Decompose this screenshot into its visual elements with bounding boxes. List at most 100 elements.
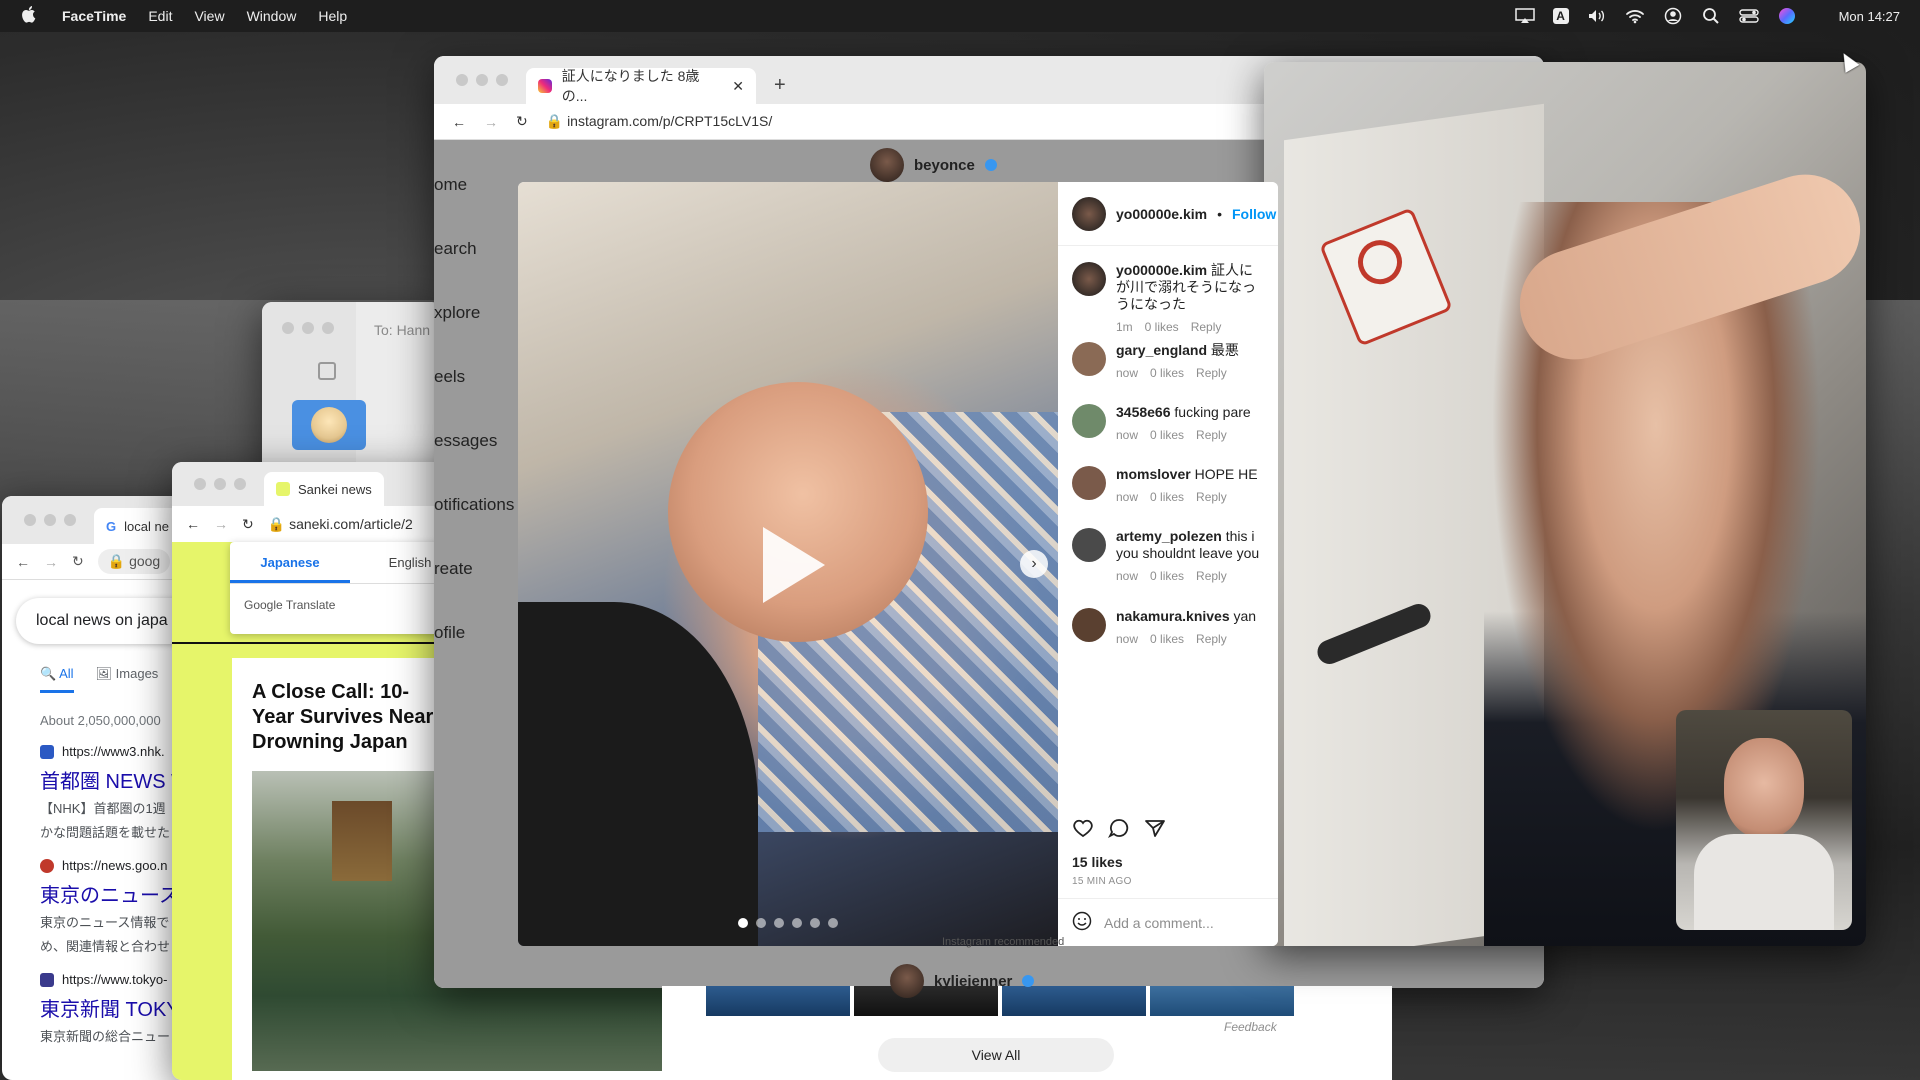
like-icon[interactable] bbox=[1072, 818, 1094, 844]
avatar[interactable] bbox=[1072, 262, 1106, 296]
feed-username[interactable]: kyliejenner bbox=[934, 973, 1012, 990]
comment-likes[interactable]: 0 likes bbox=[1150, 365, 1184, 382]
airplay-icon[interactable] bbox=[1514, 8, 1535, 24]
window-controls[interactable] bbox=[282, 322, 356, 334]
new-tab-icon[interactable]: + bbox=[774, 74, 786, 97]
post-header: yo00000e.kim • Follow bbox=[1058, 182, 1278, 246]
spotlight-icon[interactable] bbox=[1701, 8, 1721, 24]
carousel-dot[interactable] bbox=[774, 918, 784, 928]
feed-username[interactable]: beyonce bbox=[914, 157, 975, 174]
result-url: https://www3.nhk. bbox=[62, 744, 165, 759]
emoji-icon[interactable] bbox=[1072, 911, 1092, 934]
avatar[interactable] bbox=[1072, 608, 1106, 642]
avatar[interactable] bbox=[1072, 466, 1106, 500]
comment-time: now bbox=[1116, 428, 1139, 442]
menu-app-name[interactable]: FaceTime bbox=[62, 8, 126, 24]
carousel-next-icon[interactable]: › bbox=[1020, 550, 1048, 578]
window-controls[interactable] bbox=[456, 74, 508, 86]
comment-likes[interactable]: 0 likes bbox=[1145, 319, 1179, 336]
comment-username[interactable]: 3458e66 bbox=[1116, 404, 1171, 420]
avatar[interactable] bbox=[1072, 404, 1106, 438]
window-controls[interactable] bbox=[24, 514, 76, 526]
feedback-link[interactable]: Feedback bbox=[1224, 1020, 1277, 1034]
input-source-icon[interactable]: A bbox=[1552, 8, 1569, 24]
close-tab-icon[interactable]: ✕ bbox=[732, 78, 744, 95]
thumbnail[interactable] bbox=[1150, 986, 1294, 1016]
mail-to-field[interactable]: To: Hann bbox=[374, 322, 430, 338]
reload-icon[interactable]: ↻ bbox=[72, 553, 84, 570]
reply-link[interactable]: Reply bbox=[1196, 631, 1227, 648]
contact-avatar[interactable] bbox=[292, 400, 366, 450]
view-all-button[interactable]: View All bbox=[878, 1038, 1114, 1072]
reply-link[interactable]: Reply bbox=[1196, 427, 1227, 444]
siri-icon[interactable] bbox=[1777, 8, 1797, 24]
back-icon[interactable]: ← bbox=[16, 554, 30, 570]
menu-view[interactable]: View bbox=[194, 8, 224, 24]
carousel-dot[interactable] bbox=[756, 918, 766, 928]
avatar[interactable] bbox=[1072, 342, 1106, 376]
comment-likes[interactable]: 0 likes bbox=[1150, 631, 1184, 648]
add-comment-input[interactable]: Add a comment... bbox=[1104, 915, 1214, 931]
avatar[interactable] bbox=[1072, 528, 1106, 562]
avatar[interactable] bbox=[1072, 196, 1106, 231]
reload-icon[interactable]: ↻ bbox=[242, 516, 254, 533]
comment-likes[interactable]: 0 likes bbox=[1150, 568, 1184, 585]
menu-edit[interactable]: Edit bbox=[148, 8, 172, 24]
thumbnail[interactable] bbox=[706, 986, 850, 1016]
forward-icon[interactable]: → bbox=[484, 114, 498, 130]
sankei-url-field[interactable]: 🔒 saneki.com/article/2 bbox=[268, 516, 413, 533]
reply-link[interactable]: Reply bbox=[1196, 365, 1227, 382]
reply-link[interactable]: Reply bbox=[1196, 489, 1227, 506]
volume-icon[interactable] bbox=[1587, 8, 1607, 24]
avatar[interactable] bbox=[870, 148, 904, 182]
tab-all[interactable]: 🔍 All bbox=[40, 666, 74, 693]
menu-help[interactable]: Help bbox=[318, 8, 347, 24]
carousel-dot[interactable] bbox=[810, 918, 820, 928]
wifi-icon[interactable] bbox=[1625, 8, 1645, 24]
share-icon[interactable] bbox=[1144, 818, 1166, 844]
facetime-window[interactable] bbox=[1264, 62, 1866, 946]
reload-icon[interactable]: ↻ bbox=[516, 113, 528, 130]
user-icon[interactable] bbox=[1663, 7, 1683, 25]
back-icon[interactable]: ← bbox=[186, 516, 200, 532]
forward-icon[interactable]: → bbox=[44, 554, 58, 570]
comment-username[interactable]: artemy_polezen bbox=[1116, 528, 1222, 544]
apple-menu-icon[interactable] bbox=[20, 5, 44, 28]
sankei-tab[interactable]: Sankei news bbox=[264, 472, 384, 506]
avatar[interactable] bbox=[890, 964, 924, 998]
menu-window[interactable]: Window bbox=[247, 8, 297, 24]
comment-likes[interactable]: 0 likes bbox=[1150, 427, 1184, 444]
tab-images[interactable]: 🖼 Images bbox=[96, 666, 159, 693]
reply-link[interactable]: Reply bbox=[1196, 568, 1227, 585]
google-tab[interactable]: G local ne bbox=[94, 508, 181, 544]
control-center-icon[interactable] bbox=[1738, 8, 1759, 24]
comment-likes[interactable]: 0 likes bbox=[1150, 489, 1184, 506]
comment-icon[interactable] bbox=[1107, 818, 1130, 844]
instagram-url-field[interactable]: 🔒 instagram.com/p/CRPT15cLV1S/ bbox=[546, 113, 772, 130]
comment-username[interactable]: nakamura.knives bbox=[1116, 608, 1230, 624]
forward-icon[interactable]: → bbox=[214, 516, 228, 532]
self-view-pip[interactable] bbox=[1676, 710, 1852, 930]
post-username[interactable]: yo00000e.kim bbox=[1116, 206, 1207, 222]
compose-icon[interactable] bbox=[318, 362, 336, 380]
likes-count[interactable]: 15 likes bbox=[1072, 854, 1123, 870]
carousel-dot[interactable] bbox=[738, 918, 748, 928]
google-url-field[interactable]: 🔒 goog bbox=[97, 549, 171, 574]
instagram-tab[interactable]: 証人になりました 8歳の... ✕ bbox=[526, 68, 756, 104]
comment-time: 1m bbox=[1116, 320, 1133, 334]
carousel-dot[interactable] bbox=[828, 918, 838, 928]
window-controls[interactable] bbox=[194, 478, 246, 490]
back-icon[interactable]: ← bbox=[452, 114, 466, 130]
carousel-dot[interactable] bbox=[792, 918, 802, 928]
reply-link[interactable]: Reply bbox=[1191, 319, 1222, 336]
follow-button[interactable]: Follow bbox=[1232, 206, 1276, 222]
menu-clock[interactable]: Mon 14:27 bbox=[1839, 9, 1900, 24]
caption-text: 証人に bbox=[1210, 262, 1253, 278]
play-icon[interactable] bbox=[763, 527, 825, 603]
comment-username[interactable]: gary_england bbox=[1116, 342, 1207, 358]
comment-username[interactable]: momslover bbox=[1116, 466, 1191, 482]
caption-username[interactable]: yo00000e.kim bbox=[1116, 262, 1207, 278]
post-media[interactable]: › bbox=[518, 182, 1058, 946]
article-headline[interactable]: A Close Call: 10-Year Survives Near-Drow… bbox=[252, 680, 442, 755]
translate-japanese-tab[interactable]: Japanese bbox=[230, 542, 350, 583]
